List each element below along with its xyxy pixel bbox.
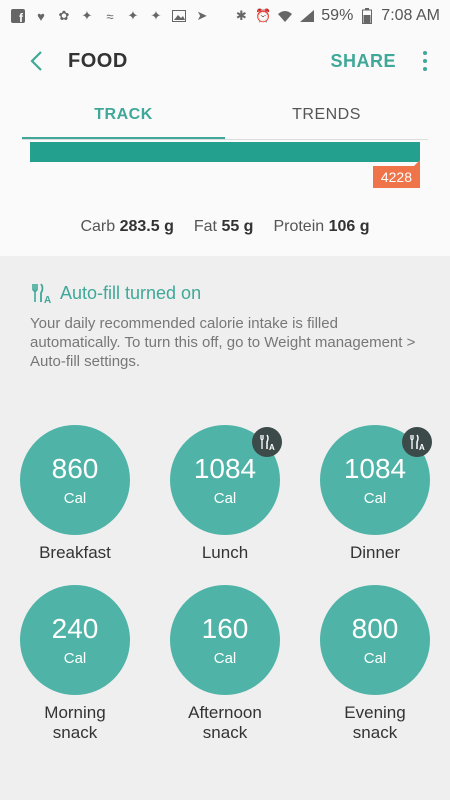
meal-calorie-value: 240: [51, 612, 99, 644]
svg-text:A: A: [269, 443, 275, 451]
share-button[interactable]: SHARE: [330, 51, 396, 72]
app-bar: FOOD SHARE: [0, 32, 450, 90]
macro-protein: Protein 106 g: [273, 218, 369, 236]
tab-trends[interactable]: TRENDS: [225, 90, 428, 140]
meal-calorie-unit: Cal: [213, 489, 237, 507]
signal-icon: [299, 8, 315, 24]
macro-protein-value: 106 g: [328, 218, 370, 235]
back-button[interactable]: [18, 43, 54, 79]
meal-calorie-circle[interactable]: 800 Cal: [320, 585, 430, 695]
macro-carb-value: 283.5 g: [119, 218, 174, 235]
wifi-icon: [277, 8, 293, 24]
meal-calorie-unit: Cal: [213, 649, 237, 667]
image-icon: [171, 8, 187, 24]
meal-evening-snack[interactable]: 800 Cal Evening snack: [300, 585, 450, 743]
battery-icon: [359, 8, 375, 24]
over-calorie-badge: 4228: [372, 160, 421, 188]
fork-knife-auto-icon: A: [32, 283, 51, 304]
meal-label: Lunch: [201, 543, 249, 562]
meal-calorie-value: 1084: [193, 452, 257, 484]
meal-calorie-value: 1084: [343, 452, 407, 484]
meal-label: Dinner: [349, 543, 401, 562]
facebook-icon: f: [10, 8, 26, 24]
svg-text:A: A: [419, 443, 425, 451]
meal-label: Afternoon snack: [188, 703, 262, 742]
notification-icons: f ♥ ✿ ✦ ≈ ✦ ✦ ➤: [10, 8, 210, 24]
meal-calorie-unit: Cal: [63, 489, 87, 507]
calorie-summary-card: 4228 Carb 283.5 g Fat 55 g Protein 106 g: [0, 140, 450, 256]
bag-icon: ♥: [37, 8, 45, 24]
meal-label: Breakfast: [39, 543, 111, 562]
more-dot: [423, 67, 427, 71]
macro-fat: Fat 55 g: [194, 218, 254, 236]
meal-calorie-unit: Cal: [363, 489, 387, 507]
page-title: FOOD: [68, 49, 128, 72]
send-icon: ➤: [196, 8, 208, 23]
more-dot: [423, 59, 427, 63]
twitter-icon: ✦: [127, 8, 139, 23]
wave-icon: ≈: [106, 8, 114, 24]
meal-afternoon-snack[interactable]: 160 Cal Afternoon snack: [150, 585, 300, 743]
meal-breakfast[interactable]: 860 Cal Breakfast: [0, 425, 150, 563]
autofill-title: Auto-fill turned on: [60, 282, 202, 303]
tab-bar: TRACK TRENDS: [0, 90, 450, 140]
macro-carb: Carb 283.5 g: [80, 218, 173, 236]
meal-calorie-value: 860: [51, 452, 99, 484]
meal-calorie-circle[interactable]: 160 Cal: [170, 585, 280, 695]
bird-icon: ✿: [58, 8, 70, 23]
status-bar: f ♥ ✿ ✦ ≈ ✦ ✦ ➤ ✱ ⏰ 59% 7:08 AM: [0, 0, 450, 32]
autofill-info: A Auto-fill turned on Your daily recomme…: [30, 282, 422, 371]
meal-calorie-circle[interactable]: 1084 Cal A: [170, 425, 282, 535]
meal-calorie-unit: Cal: [63, 649, 87, 667]
macro-fat-label: Fat: [193, 218, 217, 235]
alarm-icon: ⏰: [255, 8, 272, 23]
meal-calorie-value: 160: [201, 612, 249, 644]
macro-fat-value: 55 g: [221, 218, 254, 235]
svg-text:A: A: [44, 295, 51, 304]
calorie-progress-fill: [30, 142, 420, 162]
autofill-badge-icon: A: [252, 427, 282, 457]
battery-percent: 59%: [321, 7, 354, 24]
meal-label: Morning snack: [44, 703, 106, 742]
system-status: ✱ ⏰ 59% 7:08 AM: [233, 7, 440, 25]
back-arrow-icon: [30, 51, 42, 71]
meal-lunch[interactable]: 1084 Cal A Lunch: [150, 425, 300, 563]
macro-summary: Carb 283.5 g Fat 55 g Protein 106 g: [0, 218, 450, 236]
meal-dinner[interactable]: 1084 Cal A Dinner: [300, 425, 450, 563]
tab-track[interactable]: TRACK: [22, 90, 225, 140]
macro-protein-label: Protein: [273, 218, 325, 235]
more-dot: [423, 51, 427, 55]
meal-calorie-unit: Cal: [363, 649, 387, 667]
clock: 7:08 AM: [381, 7, 440, 24]
meal-label: Evening snack: [344, 703, 406, 742]
macro-carb-label: Carb: [80, 218, 116, 235]
autofill-header: A Auto-fill turned on: [30, 282, 422, 304]
calorie-progress-bar: [30, 142, 420, 162]
meal-morning-snack[interactable]: 240 Cal Morning snack: [0, 585, 150, 743]
autofill-badge-icon: A: [402, 427, 432, 457]
twitter-icon: ✦: [150, 8, 162, 23]
autofill-description: Your daily recommended calorie intake is…: [30, 315, 416, 370]
meals-grid: 860 Cal Breakfast 1084 Cal A Lunch 1084 …: [0, 425, 450, 743]
meal-calorie-circle[interactable]: 1084 Cal A: [320, 425, 432, 535]
meal-calorie-circle[interactable]: 240 Cal: [20, 585, 130, 695]
bluetooth-icon: ✱: [235, 8, 247, 23]
twitter-icon: ✦: [81, 8, 93, 23]
meal-calorie-value: 800: [351, 612, 399, 644]
meal-calorie-circle[interactable]: 860 Cal: [20, 425, 130, 535]
more-options-button[interactable]: [410, 46, 440, 76]
